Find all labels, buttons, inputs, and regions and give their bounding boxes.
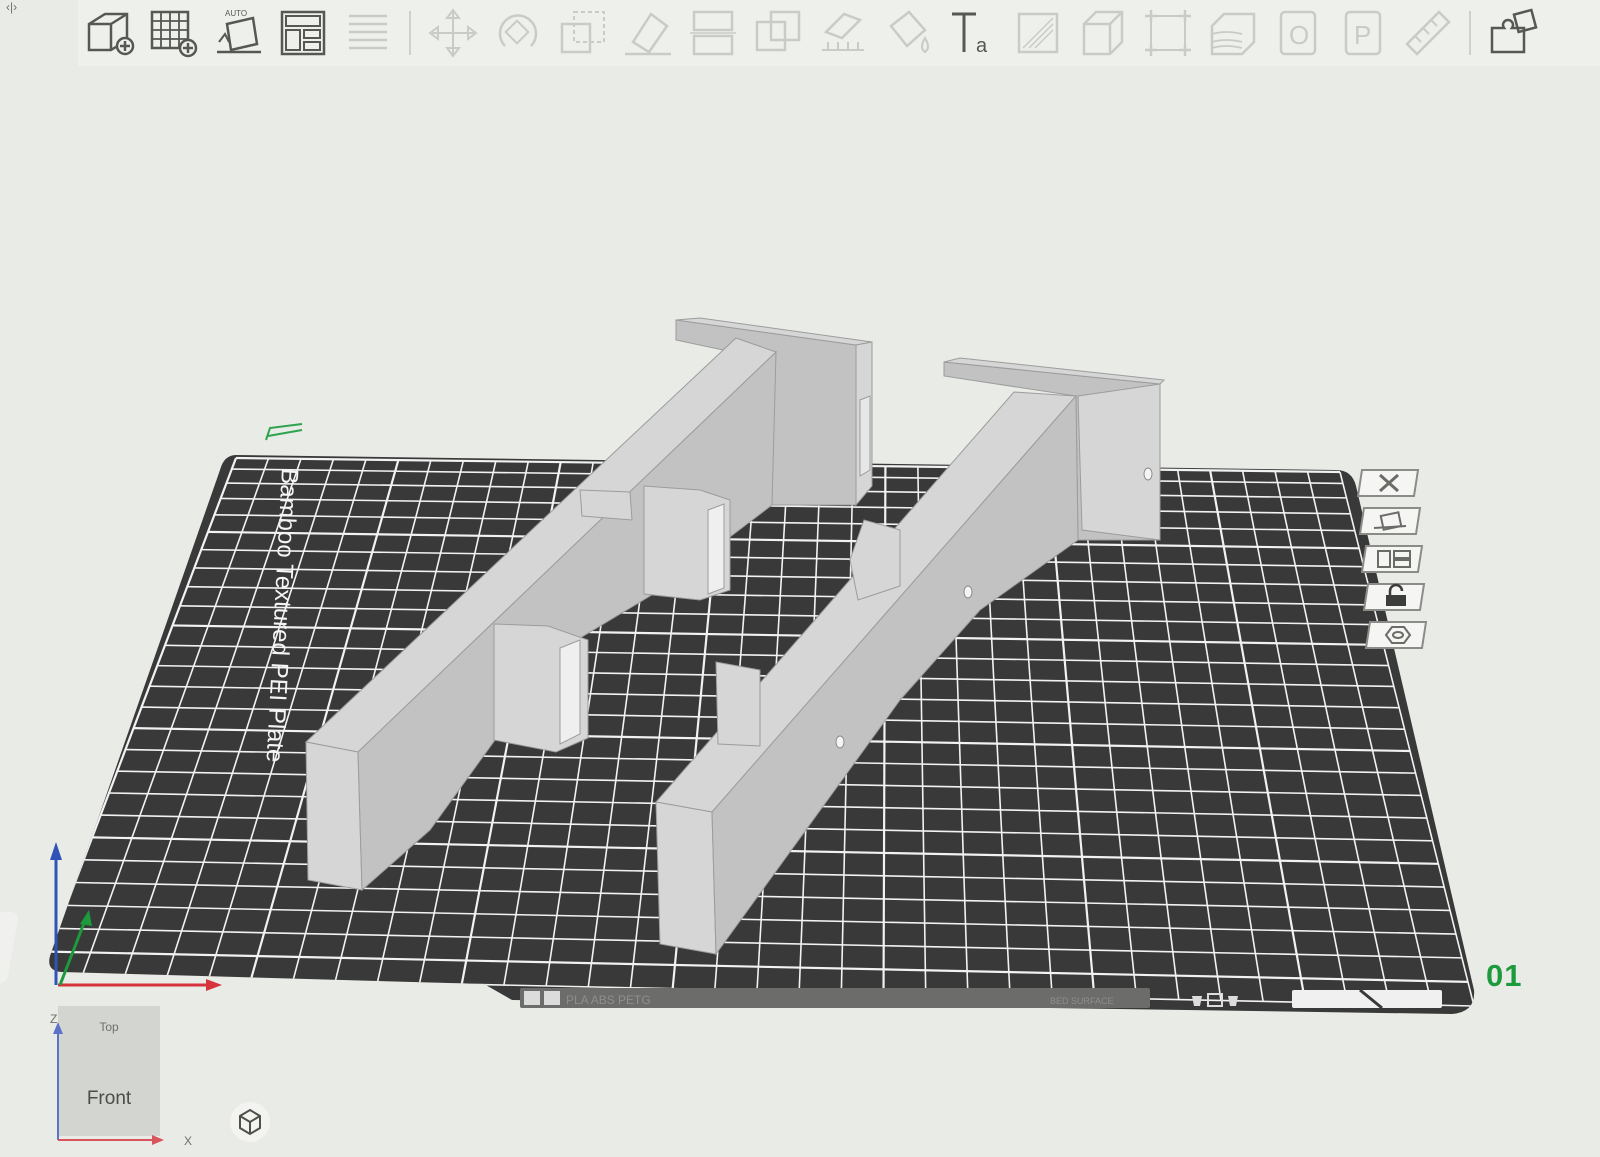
orient-plate-button[interactable] xyxy=(1358,506,1426,536)
edit-marker-icon xyxy=(265,423,303,441)
plate-tab-icon xyxy=(524,991,540,1005)
view-cube[interactable]: Top Front Z X xyxy=(50,1004,192,1149)
axis-origin-pad xyxy=(0,912,18,984)
left-bracket-lower-window[interactable] xyxy=(559,639,581,745)
arrange-icon xyxy=(1360,545,1424,573)
orient-icon xyxy=(1358,507,1422,535)
right-rail-front-face[interactable] xyxy=(655,801,717,955)
slot-window[interactable] xyxy=(859,395,871,477)
3d-viewport[interactable]: Bamboo Textured PEI Plate PLA ABS PETG B… xyxy=(0,0,1600,1157)
plate-tab-icon xyxy=(544,991,560,1005)
delete-plate-button[interactable] xyxy=(1356,468,1424,498)
mount-hole xyxy=(963,585,973,599)
mount-hole xyxy=(835,735,845,749)
right-rail-end-block-side[interactable] xyxy=(1077,383,1161,541)
plate-filament-text: PLA ABS PETG xyxy=(566,993,651,1007)
reset-view-icon xyxy=(230,1102,270,1142)
lock-plate-button[interactable] xyxy=(1362,582,1430,612)
left-rail-step[interactable] xyxy=(579,489,633,521)
hexagon-settings-icon xyxy=(1364,621,1428,649)
right-rail-step-lower[interactable] xyxy=(715,661,761,747)
lock-icon xyxy=(1362,583,1426,611)
left-bracket-upper-window[interactable] xyxy=(707,503,725,595)
view-cube-axes xyxy=(53,1022,164,1145)
mount-hole xyxy=(1143,467,1153,481)
close-icon xyxy=(1356,469,1420,497)
reset-view-button[interactable] xyxy=(228,1100,272,1144)
plate-name-field[interactable] xyxy=(1292,990,1442,1008)
plate-tab: PLA ABS PETG BED SURFACE xyxy=(520,988,1442,1010)
plate-number: 01 xyxy=(1486,958,1523,993)
left-rail-front-face[interactable] xyxy=(305,741,363,891)
arrange-plate-button[interactable] xyxy=(1360,544,1428,574)
plate-status-text: BED SURFACE xyxy=(1050,996,1114,1006)
plate-settings-button[interactable] xyxy=(1364,620,1432,650)
